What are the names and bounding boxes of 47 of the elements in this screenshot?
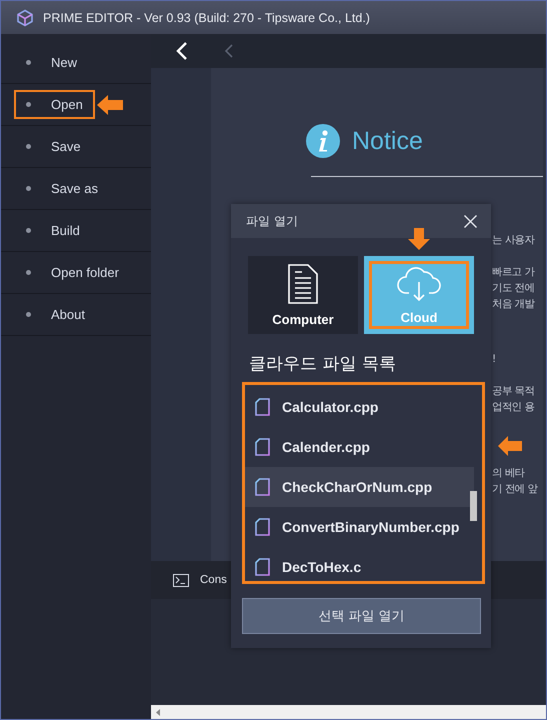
console-label[interactable]: Cons (200, 574, 227, 586)
notice-text: 공부 목적 (492, 384, 534, 399)
scroll-left-icon[interactable] (156, 708, 160, 716)
horizontal-scrollbar[interactable] (151, 705, 546, 719)
file-icon (255, 478, 270, 496)
arrow-icon (498, 436, 522, 456)
notice-title: Notice (352, 126, 423, 156)
arrow-icon (408, 228, 430, 250)
notice-text: ! (492, 352, 496, 367)
cube-icon (16, 8, 34, 26)
notice-text: 처음 개발 (492, 297, 534, 312)
file-icon (255, 398, 270, 416)
file-item[interactable]: DecToHex.c (245, 547, 474, 587)
document-icon (288, 264, 318, 304)
back-icon[interactable] (176, 42, 188, 60)
file-icon (255, 558, 270, 576)
sidebar-item[interactable]: Open folder (14, 258, 131, 287)
notice-text: 기도 전에 (492, 281, 534, 296)
terminal-icon (173, 574, 189, 586)
dialog-title: 파일 열기 (246, 212, 298, 230)
sidebar-item[interactable]: New (14, 48, 90, 77)
file-item[interactable]: Calculator.cpp (245, 387, 474, 427)
sidebar-item[interactable]: About (14, 300, 97, 329)
scrollbar-thumb[interactable] (470, 491, 477, 521)
sidebar-item[interactable]: Save (14, 132, 93, 161)
notice-text: 빠르고 가 (492, 265, 534, 280)
sidebar-item[interactable]: Save as (14, 174, 110, 203)
notice-text: 의 베타 (492, 466, 525, 481)
file-item[interactable]: CheckCharOrNum.cpp (245, 467, 474, 507)
notice-text: 업적인 용 (492, 400, 534, 415)
file-icon (255, 518, 270, 536)
file-icon (255, 438, 270, 456)
list-heading: 클라우드 파일 목록 (248, 353, 397, 376)
window-title: PRIME EDITOR - Ver 0.93 (Build: 270 - Tipsware Co., Ltd.) (43, 10, 370, 24)
info-icon (306, 124, 340, 158)
file-item[interactable]: ConvertBinaryNumber.cpp (245, 507, 474, 547)
cloud-download-icon (397, 266, 441, 302)
source-tab[interactable]: Computer (248, 256, 358, 334)
notice-text: 는 사용자 (492, 233, 534, 248)
sidebar-item[interactable]: Build (14, 216, 92, 245)
arrow-icon (97, 95, 123, 115)
file-item[interactable]: Calender.cpp (245, 427, 474, 467)
close-icon[interactable] (464, 214, 477, 228)
forward-icon[interactable] (224, 44, 234, 58)
open-selected-button[interactable]: 선택 파일 열기 (242, 598, 481, 634)
notice-text: 기 전에 앞 (492, 482, 538, 497)
sidebar-item[interactable]: Open (14, 90, 95, 119)
